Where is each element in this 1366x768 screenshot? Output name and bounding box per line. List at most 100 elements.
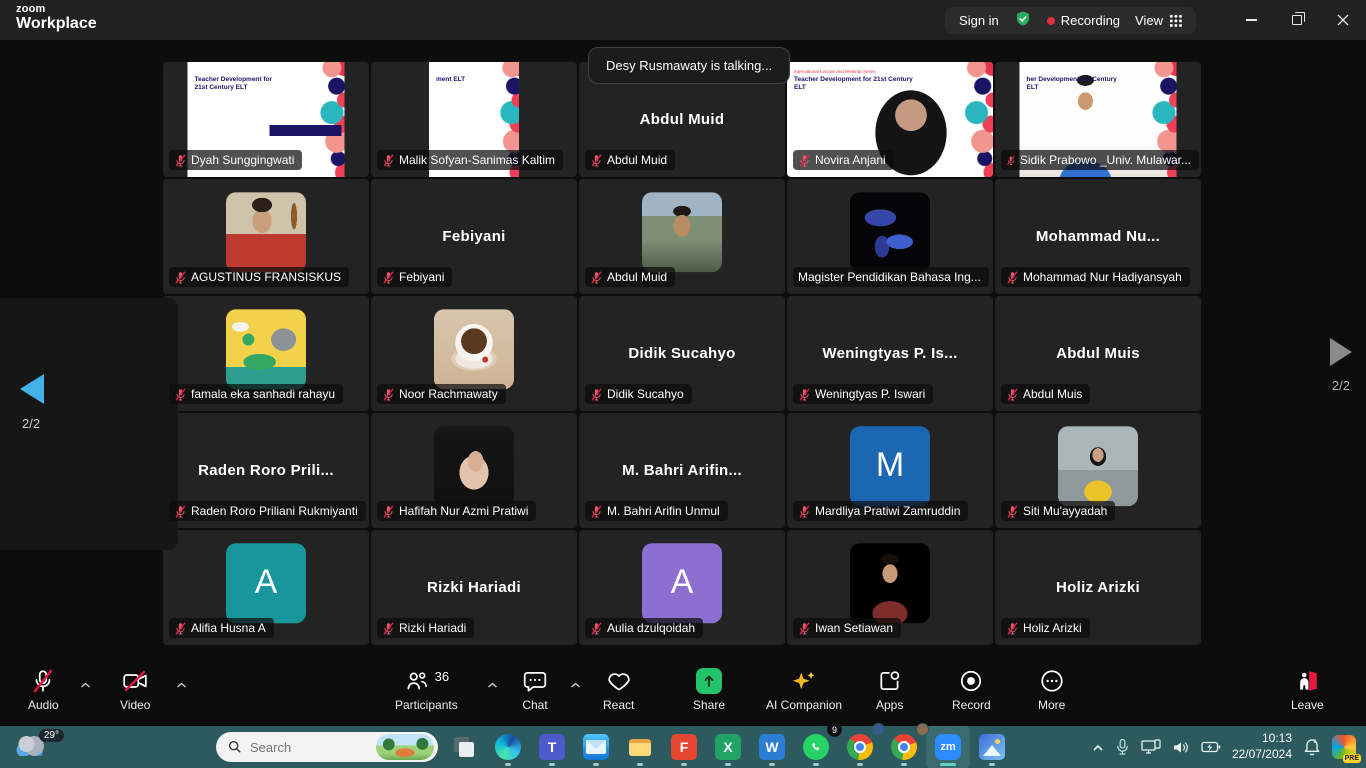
search-highlight-image[interactable]	[376, 734, 434, 760]
share-button[interactable]: Share	[693, 668, 725, 712]
more-button[interactable]: More	[1038, 668, 1065, 712]
muted-mic-icon	[798, 388, 811, 401]
participant-tile[interactable]: Teacher Development for 21st Century ELT…	[163, 62, 369, 177]
next-page-arrow-icon[interactable]	[1330, 338, 1352, 366]
participant-tile[interactable]: M. Bahri Arifin... M. Bahri Arifin Unmul	[579, 413, 785, 528]
minimize-button[interactable]	[1228, 0, 1274, 40]
participant-name-text: Sidik Prabowo _Univ. Mulawar...	[1020, 153, 1191, 167]
participant-tile[interactable]: Magister Pendidikan Bahasa Ing...	[787, 179, 993, 294]
battery-charging-icon[interactable]	[1201, 740, 1221, 754]
folder-icon	[627, 734, 653, 760]
ai-companion-button[interactable]: AI Companion	[766, 668, 842, 712]
apps-button[interactable]: Apps	[876, 668, 903, 712]
participant-tile[interactable]: AGUSTINUS FRANSISKUS	[163, 179, 369, 294]
heart-icon	[606, 668, 632, 694]
leave-button[interactable]: Leave	[1291, 668, 1324, 712]
participant-name-text: Malik Sofyan-Sanimas Kaltim	[399, 153, 555, 167]
participant-tile[interactable]: Siti Mu'ayyadah	[995, 413, 1201, 528]
muted-mic-icon	[382, 505, 395, 518]
participant-tile[interactable]: Hafifah Nur Azmi Pratiwi	[371, 413, 577, 528]
chrome-profile2-button[interactable]	[882, 726, 926, 768]
view-label: View	[1135, 13, 1163, 28]
search-input[interactable]	[250, 740, 368, 755]
teams-button[interactable]: T	[530, 726, 574, 768]
mail-button[interactable]	[574, 726, 618, 768]
participant-tile[interactable]: her Development 1st Century ELT Sidik Pr…	[995, 62, 1201, 177]
gallery-grid: Teacher Development for 21st Century ELT…	[163, 62, 1203, 645]
participant-tile[interactable]: Abdul Muis Abdul Muis	[995, 296, 1201, 411]
sign-in-button[interactable]: Sign in	[959, 13, 999, 28]
participant-name-label: Didik Sucahyo	[585, 384, 692, 404]
participant-tile[interactable]: International Lecture and Webinar Series…	[787, 62, 993, 177]
view-button[interactable]: View	[1135, 13, 1182, 28]
participant-name-label: Dyah Sunggingwati	[169, 150, 302, 170]
hidden-icons-chevron-icon[interactable]	[1092, 743, 1104, 752]
muted-mic-icon	[798, 154, 811, 167]
speaker-icon[interactable]	[1172, 740, 1190, 755]
participants-options-chevron-icon[interactable]	[487, 682, 498, 689]
participant-tile[interactable]: Holiz Arizki Holiz Arizki	[995, 530, 1201, 645]
participant-tile[interactable]: Abdul Muid	[579, 179, 785, 294]
participant-tile[interactable]: A Aulia dzulqoidah	[579, 530, 785, 645]
weather-temp: 29°	[39, 729, 64, 742]
participant-tile[interactable]: Mohammad Nu... Mohammad Nur Hadiyansyah	[995, 179, 1201, 294]
participant-name-label: Aulia dzulqoidah	[585, 618, 703, 638]
chrome-profile-badge	[916, 723, 929, 736]
chrome-profile1-button[interactable]	[838, 726, 882, 768]
recording-indicator[interactable]: Recording	[1047, 13, 1120, 28]
react-button[interactable]: React	[603, 668, 634, 712]
notification-bell-dnd-icon[interactable]: z	[1303, 738, 1321, 756]
audio-button[interactable]: Audio	[28, 668, 59, 712]
copilot-pre-badge: PRE	[1343, 754, 1361, 763]
muted-mic-icon	[174, 622, 187, 635]
taskbar-clock[interactable]: 10:13 22/07/2024	[1232, 731, 1292, 762]
participant-tile[interactable]: Raden Roro Prili... Raden Roro Priliani …	[163, 413, 369, 528]
participants-button[interactable]: 36 Participants	[395, 668, 458, 712]
participant-name-label: Alifia Husna A	[169, 618, 274, 638]
gallery-prev-panel[interactable]: 2/2	[0, 298, 178, 550]
edge-button[interactable]	[486, 726, 530, 768]
taskbar-search[interactable]	[216, 732, 438, 762]
muted-mic-icon	[1006, 154, 1016, 167]
participant-tile[interactable]: Febiyani Febiyani	[371, 179, 577, 294]
display-cast-icon[interactable]	[1141, 739, 1161, 755]
prev-page-arrow-icon[interactable]	[20, 374, 44, 404]
participant-tile[interactable]: ment ELT Malik Sofyan-Sanimas Kaltim	[371, 62, 577, 177]
excel-icon: X	[715, 734, 741, 760]
participant-tile[interactable]: Didik Sucahyo Didik Sucahyo	[579, 296, 785, 411]
audio-options-chevron-icon[interactable]	[80, 682, 91, 689]
windows-start-icon	[187, 734, 213, 760]
chrome-icon	[891, 734, 917, 760]
chat-button[interactable]: Chat	[522, 668, 548, 712]
participant-tile[interactable]: famala eka sanhadi rahayu	[163, 296, 369, 411]
restore-button[interactable]	[1274, 0, 1320, 40]
video-button[interactable]: Video	[120, 668, 150, 712]
participant-name-text: Siti Mu'ayyadah	[1023, 504, 1107, 518]
tray-mic-icon[interactable]	[1115, 738, 1130, 756]
participant-tile[interactable]: M Mardliya Pratiwi Zamruddin	[787, 413, 993, 528]
video-options-chevron-icon[interactable]	[176, 682, 187, 689]
active-speaker-tooltip: Desy Rusmawaty is talking...	[588, 47, 790, 84]
whatsapp-button[interactable]: 9	[794, 726, 838, 768]
participant-tile[interactable]: Rizki Hariadi Rizki Hariadi	[371, 530, 577, 645]
pdf-app-button[interactable]: F	[662, 726, 706, 768]
chat-options-chevron-icon[interactable]	[570, 682, 581, 689]
participant-tile[interactable]: Weningtyas P. Is... Weningtyas P. Iswari	[787, 296, 993, 411]
photos-button[interactable]	[970, 726, 1014, 768]
file-explorer-button[interactable]	[618, 726, 662, 768]
record-button[interactable]: Record	[952, 668, 991, 712]
excel-button[interactable]: X	[706, 726, 750, 768]
participant-tile[interactable]: A Alifia Husna A	[163, 530, 369, 645]
close-button[interactable]	[1320, 0, 1366, 40]
copilot-icon[interactable]: PRE	[1332, 735, 1356, 759]
participant-tile[interactable]: Noor Rachmawaty	[371, 296, 577, 411]
task-view-button[interactable]	[442, 726, 486, 768]
weather-widget[interactable]: 29°	[16, 730, 64, 764]
participant-name-label: Mohammad Nur Hadiyansyah	[1001, 267, 1190, 287]
react-label: React	[603, 698, 634, 712]
shield-check-icon[interactable]	[1014, 10, 1032, 31]
zoom-app-button[interactable]: zm	[926, 726, 970, 768]
participant-tile[interactable]: Iwan Setiawan	[787, 530, 993, 645]
participant-name-text: Mohammad Nur Hadiyansyah	[1023, 270, 1182, 284]
word-button[interactable]: W	[750, 726, 794, 768]
